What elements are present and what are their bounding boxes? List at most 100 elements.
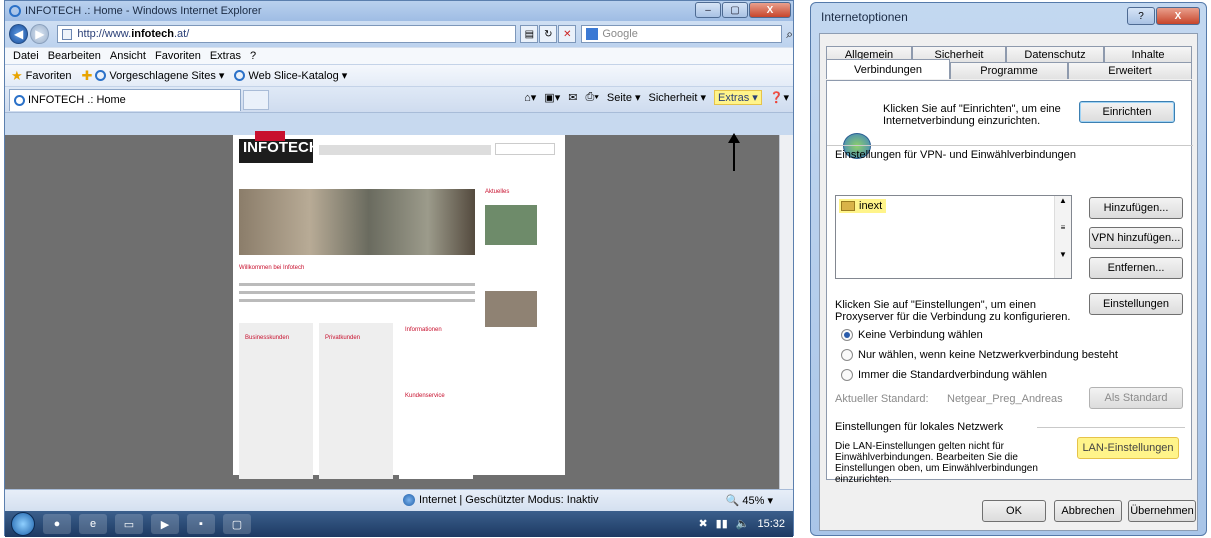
- suggested-sites-link[interactable]: ✚ Vorgeschlagene Sites ▾: [82, 68, 225, 84]
- dialog-close-button[interactable]: X: [1156, 7, 1200, 25]
- news-image[interactable]: [485, 291, 537, 327]
- browser-tab[interactable]: INFOTECH .: Home: [9, 88, 241, 111]
- maximize-button[interactable]: ▢: [722, 2, 748, 18]
- ok-button[interactable]: OK: [982, 500, 1046, 522]
- ie-window: INFOTECH .: Home - Windows Internet Expl…: [4, 0, 794, 537]
- window-controls: – ▢ X: [694, 2, 791, 18]
- search-input[interactable]: Google: [581, 25, 783, 43]
- feeds-icon[interactable]: ▣▾: [544, 91, 560, 104]
- radio-dial-when-needed[interactable]: Nur wählen, wenn keine Netzwerkverbindun…: [841, 349, 1118, 361]
- minimize-button[interactable]: –: [695, 2, 721, 18]
- sicherheit-menu[interactable]: Sicherheit ▾: [649, 91, 707, 104]
- menu-favoriten[interactable]: Favoriten: [155, 50, 201, 62]
- site-search-input[interactable]: [495, 143, 555, 155]
- home-icon[interactable]: ⌂▾: [524, 91, 536, 104]
- star-icon: ★: [11, 67, 23, 83]
- zoom-level[interactable]: 🔍 45% ▾: [726, 494, 773, 507]
- print-icon[interactable]: ⎙▾: [585, 91, 598, 104]
- connection-item-label: inext: [859, 200, 883, 212]
- radio-indicator: [841, 329, 853, 341]
- add-button[interactable]: Hinzufügen...: [1089, 197, 1183, 219]
- business-heading: Businesskunden: [245, 335, 290, 341]
- window-taskbar-icon[interactable]: ▢: [223, 514, 251, 534]
- web-slice-link[interactable]: Web Slice-Katalog ▾: [234, 69, 347, 82]
- tab-verbindungen[interactable]: Verbindungen: [826, 59, 950, 79]
- list-scrollbar[interactable]: ▲ ≡ ▼: [1054, 196, 1071, 278]
- connection-list[interactable]: inext ▲ ≡ ▼: [835, 195, 1072, 279]
- menu-ansicht[interactable]: Ansicht: [110, 50, 146, 62]
- media-taskbar-icon[interactable]: ▶: [151, 514, 179, 534]
- tab-inhalte[interactable]: Inhalte: [1104, 46, 1192, 63]
- window-title: INFOTECH .: Home - Windows Internet Expl…: [25, 5, 262, 17]
- default-value: Netgear_Preg_Andreas: [947, 393, 1063, 405]
- zoom-value: 45%: [742, 495, 765, 507]
- lan-settings-button[interactable]: LAN-Einstellungen: [1077, 437, 1179, 459]
- tab-datenschutz[interactable]: Datenschutz: [1006, 46, 1104, 63]
- close-button[interactable]: X: [749, 2, 791, 18]
- address-bar[interactable]: http://www. infotech .at/: [57, 25, 517, 43]
- new-tab-button[interactable]: [243, 89, 269, 110]
- info-heading: Informationen: [405, 327, 442, 333]
- private-box[interactable]: Privatkunden: [319, 323, 393, 479]
- set-default-button[interactable]: Als Standard: [1089, 387, 1183, 409]
- info-box[interactable]: Informationen Kundenservice: [399, 323, 473, 479]
- forward-button[interactable]: ▶: [30, 24, 50, 44]
- search-icon[interactable]: ⌕: [786, 27, 793, 42]
- zone-status[interactable]: Internet | Geschützter Modus: Inaktiv: [403, 494, 599, 506]
- tray-x-icon[interactable]: ✖: [698, 517, 707, 530]
- favorites-button[interactable]: ★ Favoriten: [11, 68, 72, 84]
- compat-view-icon[interactable]: ▤: [520, 25, 539, 43]
- remove-button[interactable]: Entfernen...: [1089, 257, 1183, 279]
- news-image[interactable]: [485, 205, 537, 245]
- cancel-button[interactable]: Abbrechen: [1054, 500, 1122, 522]
- address-host: infotech: [131, 28, 174, 40]
- ie-taskbar-icon[interactable]: e: [79, 514, 107, 534]
- menu-bearbeiten[interactable]: Bearbeiten: [48, 50, 101, 62]
- internet-options-dialog: Internetoptionen ? X Allgemein Sicherhei…: [810, 2, 1207, 536]
- vertical-scrollbar[interactable]: [779, 135, 793, 489]
- address-prefix: http://www.: [77, 28, 132, 40]
- apply-button[interactable]: Übernehmen: [1128, 500, 1196, 522]
- dialup-icon: [841, 201, 855, 211]
- menu-bar: Datei Bearbeiten Ansicht Favoriten Extra…: [5, 47, 793, 65]
- zone-status-text: Internet | Geschützter Modus: Inaktiv: [419, 494, 599, 506]
- add-vpn-button[interactable]: VPN hinzufügen...: [1089, 227, 1183, 249]
- infotech-logo[interactable]: INFOTECH: [239, 131, 320, 163]
- refresh-icon[interactable]: ↻: [539, 25, 558, 43]
- start-button[interactable]: [11, 512, 35, 536]
- business-box[interactable]: Businesskunden: [239, 323, 313, 479]
- tab-erweitert[interactable]: Erweitert: [1068, 62, 1192, 79]
- dialog-help-button[interactable]: ?: [1127, 7, 1155, 25]
- console-taskbar-icon[interactable]: ▪: [187, 514, 215, 534]
- radio-indicator: [841, 369, 853, 381]
- tab-programme[interactable]: Programme: [950, 62, 1068, 79]
- setup-button[interactable]: Einrichten: [1079, 101, 1175, 123]
- radio-always-dial[interactable]: Immer die Standardverbindung wählen: [841, 369, 1047, 381]
- dialog-panel: Allgemein Sicherheit Datenschutz Inhalte…: [819, 33, 1198, 531]
- annotation-arrow: [728, 133, 740, 171]
- mail-icon[interactable]: ✉: [568, 91, 577, 104]
- help-menu-icon[interactable]: ❓▾: [770, 91, 789, 104]
- explorer-taskbar-icon[interactable]: ▭: [115, 514, 143, 534]
- connection-item[interactable]: inext: [839, 199, 887, 213]
- menu-help[interactable]: ?: [250, 50, 256, 62]
- seite-menu[interactable]: Seite ▾: [607, 91, 641, 104]
- radio-always-dial-label: Immer die Standardverbindung wählen: [858, 369, 1047, 381]
- menu-datei[interactable]: Datei: [13, 50, 39, 62]
- volume-icon[interactable]: 🔈: [736, 517, 750, 530]
- radio-no-dial[interactable]: Keine Verbindung wählen: [841, 329, 983, 341]
- network-icon[interactable]: ▮▮: [716, 517, 728, 530]
- menu-extras[interactable]: Extras: [210, 50, 241, 62]
- lan-heading: Einstellungen für lokales Netzwerk: [835, 421, 1004, 433]
- clock[interactable]: 15:32: [757, 518, 785, 530]
- back-button[interactable]: ◀: [9, 24, 29, 44]
- stop-icon[interactable]: ✕: [558, 25, 577, 43]
- ie-logo-icon: [9, 5, 21, 17]
- settings-button[interactable]: Einstellungen: [1089, 293, 1183, 315]
- proxy-text: Klicken Sie auf "Einstellungen", um eine…: [835, 299, 1071, 323]
- tab-title: INFOTECH .: Home: [28, 94, 126, 106]
- add-favorite-icon: ✚: [81, 67, 93, 83]
- site-navigation[interactable]: [319, 145, 491, 155]
- firefox-taskbar-icon[interactable]: ●: [43, 514, 71, 534]
- extras-menu[interactable]: Extras ▾: [714, 90, 762, 105]
